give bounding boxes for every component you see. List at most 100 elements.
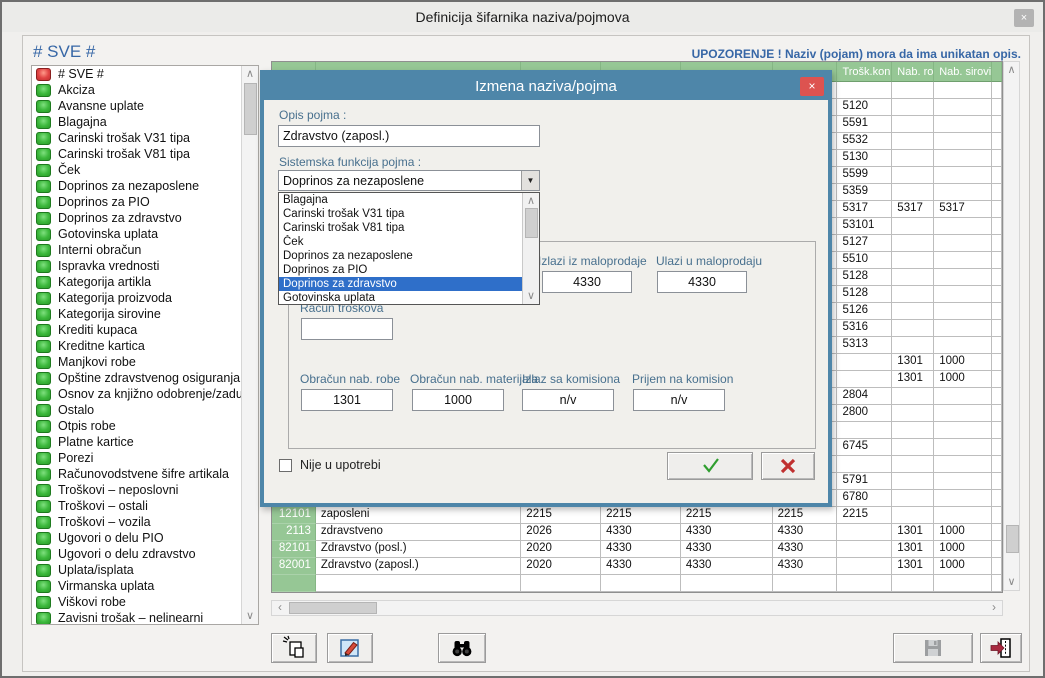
- tree-item[interactable]: Otpis robe: [32, 418, 258, 434]
- table-cell[interactable]: 5791: [837, 473, 892, 490]
- table-cell[interactable]: [837, 575, 892, 592]
- dropdown-option[interactable]: Gotovinska uplata: [279, 291, 522, 305]
- table-cell[interactable]: [992, 320, 1002, 337]
- tree-item[interactable]: Virmanska uplata: [32, 578, 258, 594]
- table-cell[interactable]: [992, 405, 1002, 422]
- dialog-close-icon[interactable]: ×: [800, 77, 824, 96]
- table-cell[interactable]: [934, 150, 992, 167]
- table-cell[interactable]: [934, 337, 992, 354]
- table-cell[interactable]: [934, 507, 992, 524]
- scroll-right-icon[interactable]: ›: [986, 601, 1002, 615]
- tree-item[interactable]: Troškovi – neposlovni: [32, 482, 258, 498]
- dropdown-option[interactable]: Carinski trošak V81 tipa: [279, 221, 522, 235]
- table-cell[interactable]: 6780: [837, 490, 892, 507]
- table-cell[interactable]: [934, 184, 992, 201]
- tree-item[interactable]: Manjkovi robe: [32, 354, 258, 370]
- table-cell[interactable]: [837, 456, 892, 473]
- tree-item[interactable]: Avansne uplate: [32, 98, 258, 114]
- table-cell[interactable]: 1301: [892, 558, 934, 575]
- table-cell[interactable]: [992, 184, 1002, 201]
- table-cell[interactable]: [992, 218, 1002, 235]
- table-cell[interactable]: 1000: [934, 371, 992, 388]
- table-cell[interactable]: [992, 558, 1002, 575]
- table-cell[interactable]: 5591: [837, 116, 892, 133]
- table-cell[interactable]: 4330: [601, 524, 681, 541]
- table-row[interactable]: 2113zdravstveno202643304330433013011000: [272, 524, 1002, 541]
- table-cell[interactable]: 1000: [934, 524, 992, 541]
- tree-item[interactable]: Gotovinska uplata: [32, 226, 258, 242]
- scroll-down-icon[interactable]: ∨: [523, 288, 539, 304]
- ok-button[interactable]: [667, 452, 753, 480]
- table-cell[interactable]: [892, 320, 934, 337]
- tree-item[interactable]: Kategorija artikla: [32, 274, 258, 290]
- table-cell[interactable]: [892, 490, 934, 507]
- table-cell[interactable]: [892, 456, 934, 473]
- tree-item[interactable]: Opštine zdravstvenog osiguranja: [32, 370, 258, 386]
- table-cell[interactable]: [837, 82, 892, 99]
- scroll-down-icon[interactable]: ∨: [1004, 574, 1019, 590]
- table-vscroll-thumb[interactable]: [1006, 525, 1019, 553]
- table-cell[interactable]: [892, 337, 934, 354]
- table-cell[interactable]: [272, 575, 316, 592]
- prijem-komision-input[interactable]: n/v: [633, 389, 725, 411]
- dropdown-option[interactable]: Doprinos za nezaposlene: [279, 249, 522, 263]
- tree-item[interactable]: Kategorija sirovine: [32, 306, 258, 322]
- table-cell[interactable]: [892, 252, 934, 269]
- tree-item[interactable]: Krediti kupaca: [32, 322, 258, 338]
- table-cell[interactable]: 5599: [837, 167, 892, 184]
- funkcija-combobox[interactable]: Doprinos za nezaposlene ▼: [278, 170, 540, 191]
- table-cell[interactable]: [934, 167, 992, 184]
- table-cell[interactable]: [934, 405, 992, 422]
- table-cell[interactable]: [892, 269, 934, 286]
- table-cell[interactable]: 5128: [837, 286, 892, 303]
- tree-item[interactable]: Viškovi robe: [32, 594, 258, 610]
- table-cell[interactable]: [934, 422, 992, 439]
- table-cell[interactable]: [892, 303, 934, 320]
- table-cell[interactable]: 2026: [521, 524, 601, 541]
- table-cell[interactable]: [934, 575, 992, 592]
- table-cell[interactable]: 82001: [272, 558, 316, 575]
- table-cell[interactable]: [892, 99, 934, 116]
- tree-item[interactable]: Uplata/isplata: [32, 562, 258, 578]
- funkcija-dropdown-list[interactable]: BlagajnaCarinski trošak V31 tipaCarinski…: [278, 192, 540, 305]
- tree-item[interactable]: Ček: [32, 162, 258, 178]
- table-cell[interactable]: 4330: [681, 524, 773, 541]
- table-cell[interactable]: [992, 201, 1002, 218]
- table-cell[interactable]: [992, 354, 1002, 371]
- table-row[interactable]: [272, 575, 1002, 592]
- opis-input[interactable]: Zdravstvo (zaposl.): [278, 125, 540, 147]
- obracun-materijala-input[interactable]: 1000: [412, 389, 504, 411]
- table-cell[interactable]: 1301: [892, 541, 934, 558]
- table-cell[interactable]: [892, 473, 934, 490]
- table-cell[interactable]: [837, 541, 892, 558]
- table-cell[interactable]: [992, 422, 1002, 439]
- table-cell[interactable]: [934, 269, 992, 286]
- table-cell[interactable]: Zdravstvo (posl.): [316, 541, 521, 558]
- table-cell[interactable]: 2215: [601, 507, 681, 524]
- tree-item[interactable]: Kreditne kartica: [32, 338, 258, 354]
- tree-item[interactable]: Osnov za knjižno odobrenje/zaduženje: [32, 386, 258, 402]
- table-cell[interactable]: 5130: [837, 150, 892, 167]
- tree-item[interactable]: Zavisni trošak – nelinearni: [32, 610, 258, 625]
- table-row[interactable]: 82101Zdravstvo (posl.)202043304330433013…: [272, 541, 1002, 558]
- table-cell[interactable]: [992, 507, 1002, 524]
- table-cell[interactable]: 4330: [681, 558, 773, 575]
- table-cell[interactable]: 1301: [892, 371, 934, 388]
- tree-item[interactable]: Blagajna: [32, 114, 258, 130]
- table-cell[interactable]: 4330: [773, 541, 838, 558]
- table-row[interactable]: 82001Zdravstvo (zaposl.)2020433043304330…: [272, 558, 1002, 575]
- table-cell[interactable]: 1000: [934, 541, 992, 558]
- table-cell[interactable]: 2215: [773, 507, 838, 524]
- table-cell[interactable]: [934, 116, 992, 133]
- table-cell[interactable]: [934, 286, 992, 303]
- table-cell[interactable]: [934, 320, 992, 337]
- table-cell[interactable]: [892, 507, 934, 524]
- table-cell[interactable]: 2215: [681, 507, 773, 524]
- table-cell[interactable]: 2804: [837, 388, 892, 405]
- table-horizontal-scrollbar[interactable]: ‹ ›: [271, 600, 1003, 616]
- table-cell[interactable]: [992, 99, 1002, 116]
- table-cell[interactable]: 6745: [837, 439, 892, 456]
- table-cell[interactable]: [992, 133, 1002, 150]
- exit-button[interactable]: [980, 633, 1022, 663]
- table-cell[interactable]: [837, 558, 892, 575]
